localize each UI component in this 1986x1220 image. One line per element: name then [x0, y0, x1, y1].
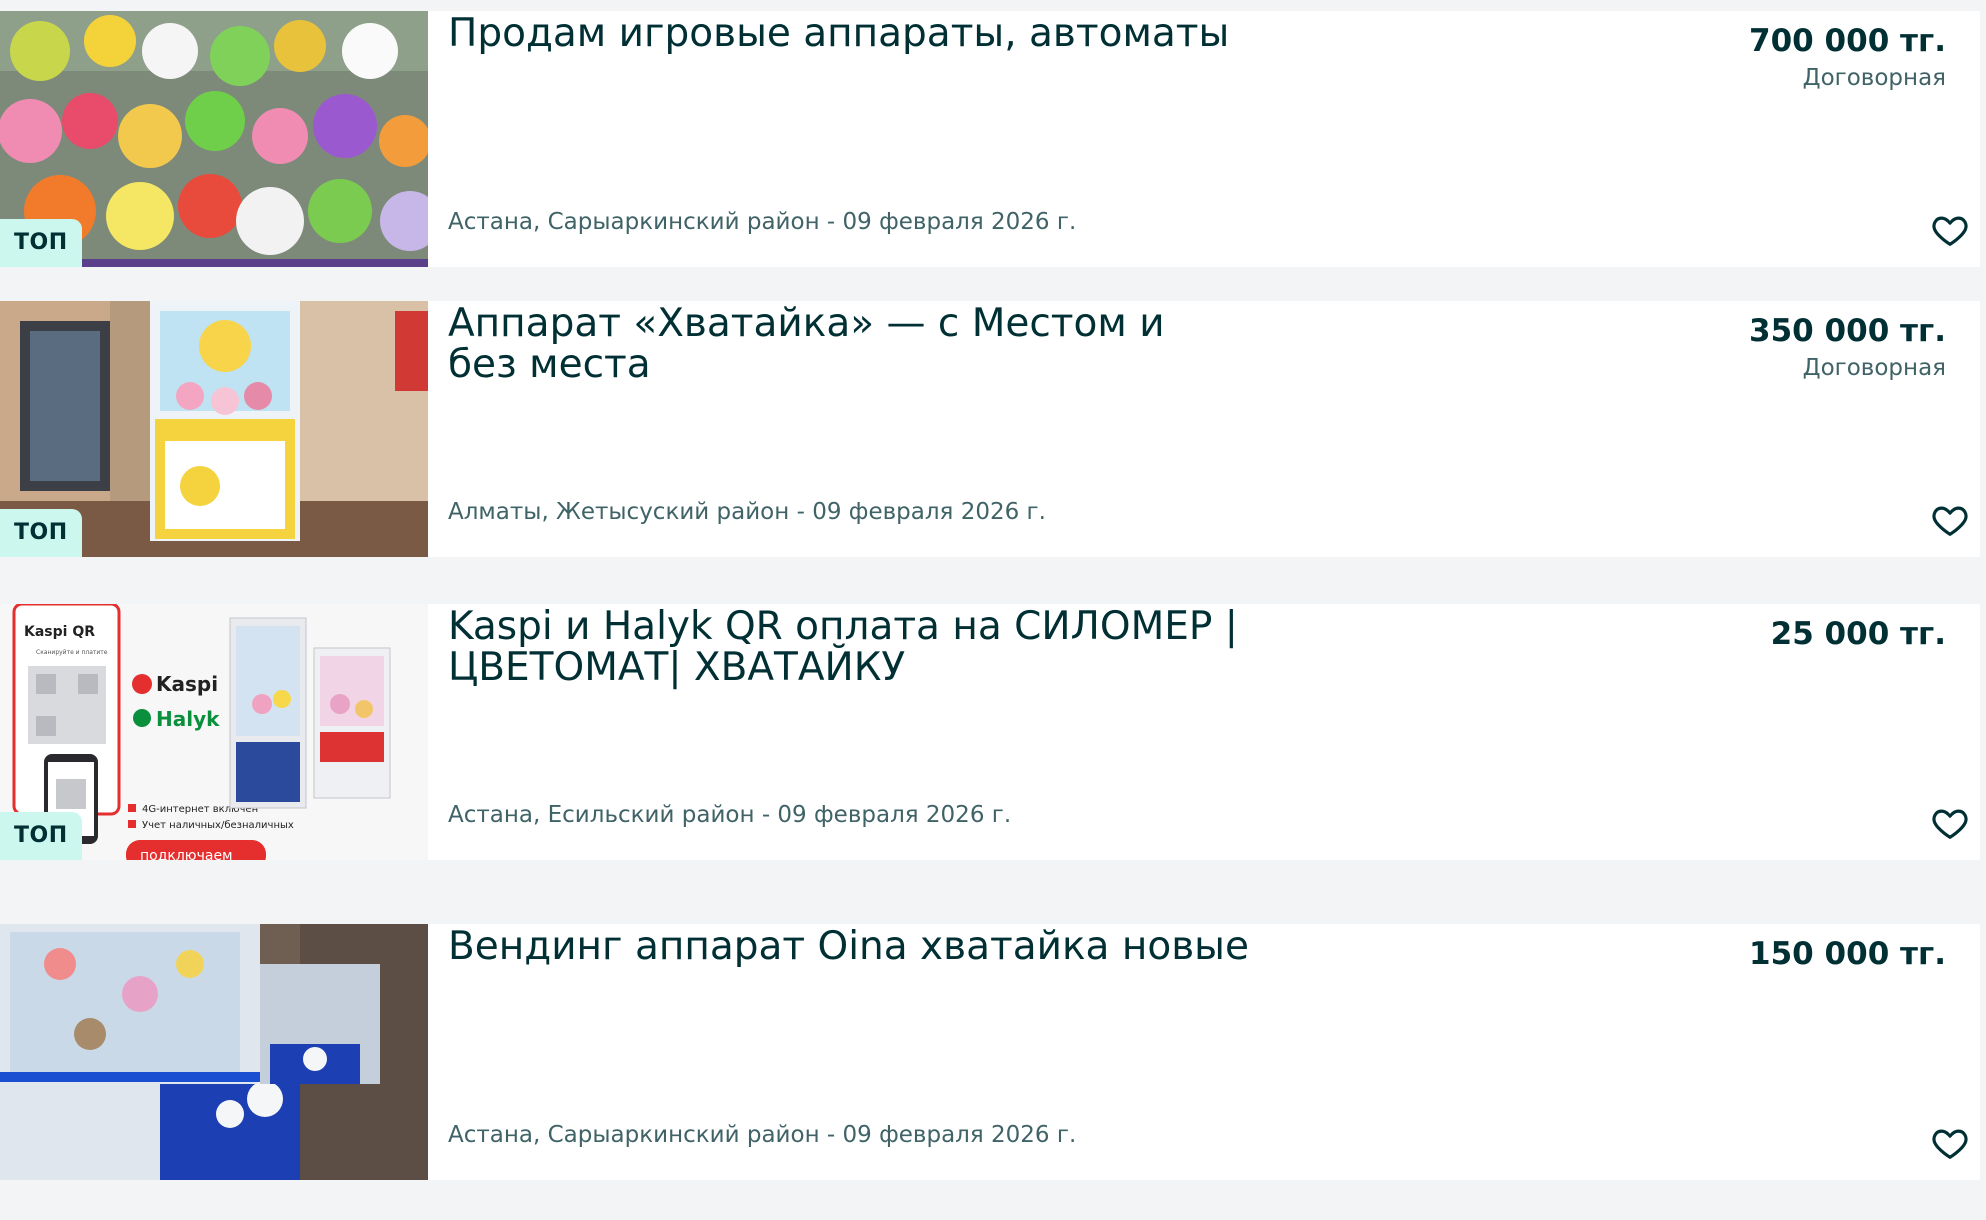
location-date: Алматы, Жетысуский район - 09 февраля 20… [448, 499, 1046, 525]
listing-photo[interactable]: ТОП [0, 301, 428, 557]
top-badge: ТОП [0, 219, 82, 267]
heart-outline-icon[interactable] [1930, 1124, 1970, 1162]
heart-outline-icon[interactable] [1930, 501, 1970, 539]
heart-outline-icon[interactable] [1930, 211, 1970, 249]
listing-price: 700 000 тг. [1749, 23, 1946, 59]
cta-text: подключаем [140, 848, 233, 860]
listing-title[interactable]: Аппарат «Хватайка» — с Местом и без мест… [448, 303, 1228, 385]
listing-title[interactable]: Kaspi и Halyk QR оплата на СИЛОМЕР | ЦВЕ… [448, 606, 1378, 688]
listing-card[interactable]: ТОП Продам игровые аппараты, автоматы 70… [0, 11, 1980, 267]
listing-title[interactable]: Продам игровые аппараты, автоматы [448, 13, 1408, 54]
negotiable-label: Договорная [1802, 65, 1946, 91]
listing-photo[interactable]: Kaspi QR Сканируйте и платите Kaspi Haly… [0, 604, 428, 860]
listing-price: 150 000 тг. [1749, 936, 1946, 972]
negotiable-label: Договорная [1802, 355, 1946, 381]
listing-card[interactable]: ТОП Аппарат «Хватайка» — с Местом и без … [0, 301, 1980, 557]
top-badge: ТОП [0, 812, 82, 860]
heart-outline-icon[interactable] [1930, 804, 1970, 842]
listing-price: 350 000 тг. [1749, 313, 1946, 349]
bullet-text-2: Учет наличных/безналичных [142, 820, 294, 831]
listing-list: ТОП Продам игровые аппараты, автоматы 70… [0, 0, 1986, 1220]
listing-card[interactable]: Kaspi QR Сканируйте и платите Kaspi Haly… [0, 604, 1980, 860]
listing-title[interactable]: Вендинг аппарат Oina хватайка новые [448, 926, 1408, 967]
listing-card[interactable]: Вендинг аппарат Oina хватайка новые 150 … [0, 924, 1980, 1180]
location-date: Астана, Есильский район - 09 февраля 202… [448, 802, 1012, 828]
kaspi-qr-label: Kaspi QR [24, 624, 95, 640]
listing-photo[interactable]: ТОП [0, 11, 428, 267]
location-date: Астана, Сарыаркинский район - 09 февраля… [448, 209, 1077, 235]
listing-photo[interactable] [0, 924, 428, 1180]
halyk-logo-text: Halyk [156, 707, 220, 731]
listing-price: 25 000 тг. [1770, 616, 1946, 652]
kaspi-logo-text: Kaspi [156, 672, 218, 696]
location-date: Астана, Сарыаркинский район - 09 февраля… [448, 1122, 1077, 1148]
kaspi-qr-sub: Сканируйте и платите [36, 649, 108, 656]
top-badge: ТОП [0, 509, 82, 557]
